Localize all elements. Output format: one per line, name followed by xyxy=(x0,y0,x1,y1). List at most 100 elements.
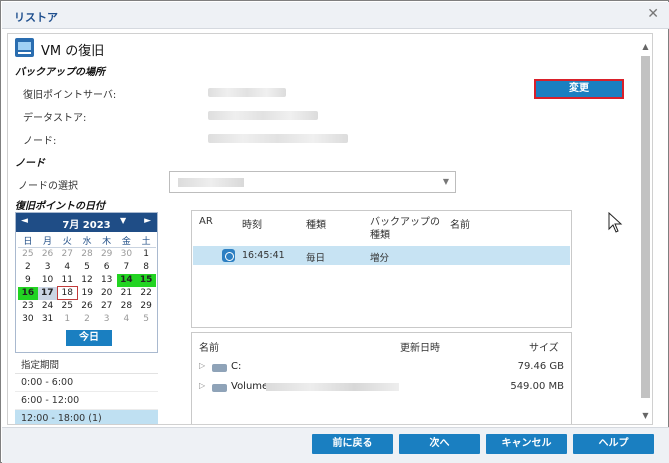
back-button[interactable]: 前に戻る xyxy=(312,434,393,454)
datastore-value xyxy=(208,111,318,120)
node-label: ノード: xyxy=(23,136,57,147)
node-section-title: ノード xyxy=(15,158,45,169)
expand-icon[interactable]: ▷ xyxy=(199,361,205,370)
time-period-item[interactable]: 0:00 - 6:00 xyxy=(15,374,158,392)
calendar-day[interactable]: 2 xyxy=(18,261,38,274)
chevron-down-icon: ▼ xyxy=(442,177,449,186)
time-period-item[interactable]: 6:00 - 12:00 xyxy=(15,392,158,410)
calendar-day[interactable]: 13 xyxy=(97,274,117,287)
node-value xyxy=(208,134,348,143)
today-button[interactable]: 今日 xyxy=(66,330,112,346)
calendar-day[interactable]: 21 xyxy=(117,287,137,300)
calendar-day[interactable]: 30 xyxy=(117,248,137,261)
files-table: 名前 更新日時 サイズ ▷ C: 79.46 GB ▷ Volume 549.0… xyxy=(191,332,572,424)
calendar-day[interactable]: 27 xyxy=(57,248,77,261)
calendar-day[interactable]: 12 xyxy=(77,274,97,287)
calendar-day[interactable]: 28 xyxy=(117,300,137,313)
month-dropdown-icon[interactable]: ▼ xyxy=(120,216,126,225)
calendar-day[interactable]: 30 xyxy=(18,313,38,326)
calendar-day[interactable]: 24 xyxy=(38,300,58,313)
row-backup-type: 増分 xyxy=(370,253,390,264)
calendar-day[interactable]: 3 xyxy=(97,313,117,326)
calendar-day-today[interactable]: 18 xyxy=(56,286,78,300)
calendar: ◄ 7月 2023 ▼ ► 日 月 火 水 木 金 土 25 26 27 28 … xyxy=(15,212,158,353)
calendar-day[interactable]: 10 xyxy=(38,274,58,287)
vertical-scrollbar[interactable]: ▲ ▼ xyxy=(640,42,651,420)
calendar-day[interactable]: 29 xyxy=(136,300,156,313)
calendar-day[interactable]: 31 xyxy=(38,313,58,326)
calendar-day[interactable]: 2 xyxy=(77,313,97,326)
dialog-footer: 前に戻る 次へ キャンセル ヘルプ xyxy=(2,427,669,463)
table-row[interactable]: 16:45:41 毎日 増分 xyxy=(193,246,570,265)
calendar-day[interactable]: 19 xyxy=(77,287,97,300)
calendar-day[interactable]: 8 xyxy=(136,261,156,274)
calendar-day[interactable]: 26 xyxy=(38,248,58,261)
calendar-day[interactable]: 29 xyxy=(97,248,117,261)
calendar-day-available[interactable]: 15 xyxy=(136,273,156,287)
change-button[interactable]: 変更 xyxy=(534,79,624,99)
expand-icon[interactable]: ▷ xyxy=(199,381,205,390)
calendar-day-available[interactable]: 16 xyxy=(18,286,38,300)
column-header-size[interactable]: サイズ xyxy=(529,339,559,354)
calendar-day[interactable]: 7 xyxy=(117,261,137,274)
next-button[interactable]: 次へ xyxy=(399,434,480,454)
calendar-day[interactable]: 25 xyxy=(18,248,38,261)
weekday-label: 水 xyxy=(77,234,97,248)
calendar-day[interactable]: 1 xyxy=(57,313,77,326)
volume-name-blurred xyxy=(266,383,399,391)
column-header-backup-type[interactable]: バックアップの 種類 xyxy=(370,216,440,242)
weekday-label: 木 xyxy=(96,234,117,248)
item-size: 79.46 GB xyxy=(517,361,564,372)
calendar-day[interactable]: 22 xyxy=(136,287,156,300)
calendar-day[interactable]: 4 xyxy=(57,261,77,274)
recovery-point-server-value xyxy=(208,88,286,97)
help-button[interactable]: ヘルプ xyxy=(573,434,654,454)
scroll-down-icon[interactable]: ▼ xyxy=(640,411,651,420)
time-period-item-selected[interactable]: 12:00 - 18:00 (1) xyxy=(15,410,158,424)
vm-recovery-icon xyxy=(15,38,34,57)
list-item[interactable]: ▷ C: 79.46 GB xyxy=(193,357,570,377)
calendar-day[interactable]: 11 xyxy=(57,274,77,287)
calendar-month-label[interactable]: 7月 2023 xyxy=(16,216,157,231)
weekday-label: 金 xyxy=(116,234,137,248)
weekday-label: 月 xyxy=(37,234,58,248)
calendar-day[interactable]: 6 xyxy=(97,261,117,274)
item-name: Volume xyxy=(231,381,269,392)
cancel-button[interactable]: キャンセル xyxy=(486,434,567,454)
time-period-list: 指定期間 0:00 - 6:00 6:00 - 12:00 12:00 - 18… xyxy=(15,357,158,424)
next-month-button[interactable]: ► xyxy=(144,216,151,226)
content-panel: VM の復旧 バックアップの場所 復旧ポイントサーバ: 変更 データストア: ノ… xyxy=(7,33,653,425)
weekday-label: 土 xyxy=(136,234,156,248)
calendar-day-selected[interactable]: 17 xyxy=(37,286,58,300)
column-header-time[interactable]: 時刻 xyxy=(242,216,262,231)
calendar-day[interactable]: 26 xyxy=(77,300,97,313)
close-icon[interactable]: ✕ xyxy=(647,6,659,22)
weekday-label: 火 xyxy=(57,234,78,248)
recovery-point-icon xyxy=(222,249,235,262)
calendar-day[interactable]: 20 xyxy=(97,287,117,300)
calendar-day[interactable]: 3 xyxy=(38,261,58,274)
column-header-type[interactable]: 種類 xyxy=(306,216,326,231)
column-header-modified[interactable]: 更新日時 xyxy=(400,339,440,354)
calendar-day[interactable]: 5 xyxy=(77,261,97,274)
column-header-ar[interactable]: AR xyxy=(199,216,213,227)
column-header-name[interactable]: 名前 xyxy=(450,216,470,231)
scroll-up-icon[interactable]: ▲ xyxy=(640,42,651,51)
calendar-day[interactable]: 23 xyxy=(18,300,38,313)
calendar-day[interactable]: 28 xyxy=(77,248,97,261)
dialog-title: リストア xyxy=(14,11,58,24)
scrollbar-thumb[interactable] xyxy=(641,56,650,398)
page-title: VM の復旧 xyxy=(41,44,105,59)
calendar-day[interactable]: 27 xyxy=(97,300,117,313)
calendar-day[interactable]: 5 xyxy=(136,313,156,326)
calendar-day[interactable]: 1 xyxy=(136,248,156,261)
calendar-day[interactable]: 25 xyxy=(57,300,77,313)
list-item[interactable]: ▷ Volume 549.00 MB xyxy=(193,377,570,397)
weekday-label: 日 xyxy=(18,234,38,248)
calendar-day-available[interactable]: 14 xyxy=(116,273,137,287)
calendar-day[interactable]: 9 xyxy=(18,274,38,287)
column-header-file-name[interactable]: 名前 xyxy=(199,339,219,354)
recovery-points-table: AR 時刻 種類 バックアップの 種類 名前 16:45:41 毎日 増分 xyxy=(191,210,572,328)
node-select[interactable]: ▼ xyxy=(169,171,456,193)
calendar-day[interactable]: 4 xyxy=(117,313,137,326)
